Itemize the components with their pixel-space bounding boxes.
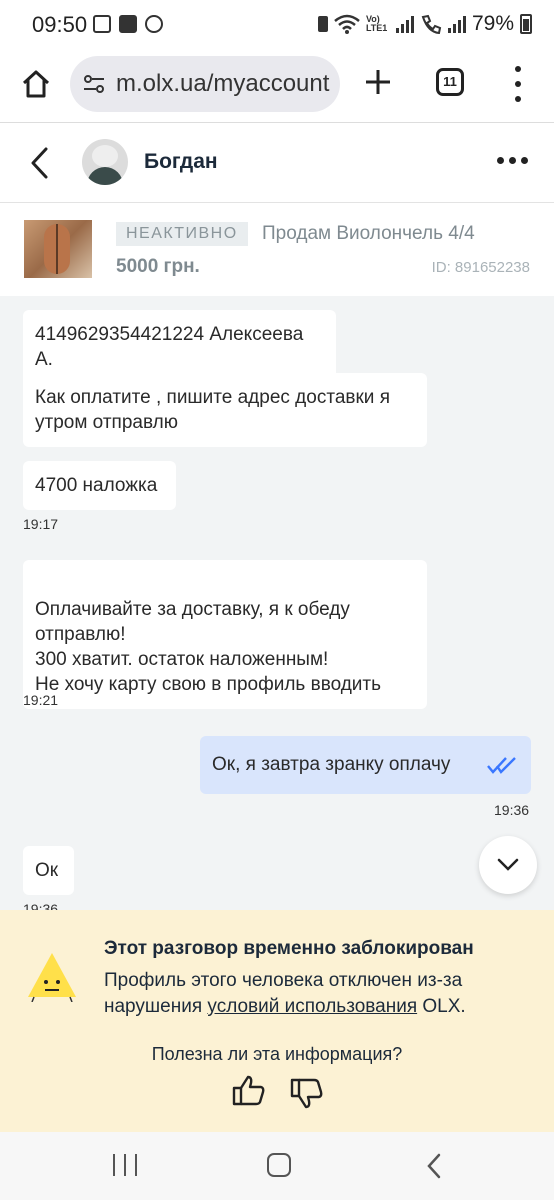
chevron-down-icon [497, 858, 519, 871]
more-horiz-icon[interactable] [497, 157, 528, 164]
plus-icon [366, 70, 390, 94]
message-time: 19:21 [23, 692, 59, 708]
ad-id: ID: 891652238 [431, 259, 530, 276]
home-icon [22, 70, 50, 98]
message-bubble[interactable]: Оплачивайте за доставку, я к обеду отпра… [23, 560, 427, 709]
emoji-notification-icon [145, 15, 163, 33]
chat-header: Богдан [0, 123, 554, 203]
my-message-bubble[interactable]: Ок, я завтра зранку оплачу [200, 736, 531, 794]
blocked-text-after: OLX. [417, 996, 466, 1017]
terms-link[interactable]: условий использования [207, 996, 417, 1017]
warning-face-icon [28, 953, 76, 1002]
status-bar: 09:50 Vo) LTE1 79% [0, 0, 554, 52]
home-button[interactable] [14, 62, 58, 106]
signal-icon-1 [395, 15, 414, 33]
message-text: Ок, я завтра зранку оплачу [212, 754, 451, 775]
sim-icon [317, 16, 328, 32]
lte-label: Vo) LTE1 [365, 14, 388, 33]
avatar[interactable] [82, 139, 128, 185]
tabs-button[interactable]: 11 [436, 68, 464, 96]
ad-info[interactable]: НЕАКТИВНО Продам Виолончель 4/4 5000 грн… [0, 204, 554, 296]
scroll-down-button[interactable] [479, 836, 537, 894]
ad-price: 5000 грн. [116, 256, 200, 277]
message-time: 19:17 [23, 516, 59, 532]
message-bubble[interactable]: 4700 наложка [23, 461, 176, 510]
message-bubble[interactable]: Как оплатите , пишите адрес доставки я у… [23, 373, 427, 447]
ad-thumbnail[interactable] [24, 220, 92, 278]
blocked-text: Профиль этого человека отключен из-за на… [104, 968, 534, 1020]
gallery-notification-icon [93, 15, 111, 33]
message-text: Ок [35, 860, 59, 881]
new-tab-button[interactable] [358, 62, 398, 102]
double-check-icon [487, 757, 516, 774]
recent-apps-icon[interactable] [113, 1154, 137, 1176]
checkbox-notification-icon [119, 15, 137, 33]
battery-percent: 79% [471, 12, 514, 35]
contact-name[interactable]: Богдан [144, 150, 218, 174]
call-icon [421, 14, 442, 34]
site-settings-icon[interactable] [82, 72, 106, 96]
helpful-question: Полезна ли эта информация? [151, 1044, 403, 1064]
blocked-title: Этот разговор временно заблокирован [104, 938, 474, 959]
url-text: m.olx.ua/myaccount [116, 70, 330, 97]
message-text: 4149629354421224 Алексеева А. [35, 324, 304, 370]
notification-icons [93, 15, 163, 33]
message-text: Оплачивайте за доставку, я к обеду отпра… [35, 599, 382, 695]
system-nav-bar [0, 1132, 554, 1200]
back-arrow-icon[interactable] [24, 143, 56, 183]
status-right: Vo) LTE1 79% [317, 12, 532, 36]
message-list[interactable]: 4149629354421224 Алексеева А. Как оплати… [0, 296, 554, 910]
signal-icon-2 [447, 15, 466, 33]
back-nav-icon[interactable] [422, 1152, 446, 1180]
status-time: 09:50 [32, 12, 88, 37]
blocked-notice: Этот разговор временно заблокирован Проф… [0, 910, 554, 1132]
home-nav-icon[interactable] [267, 1153, 291, 1177]
ad-title[interactable]: Продам Виолончель 4/4 [262, 223, 475, 245]
thumb-up-icon[interactable] [232, 1074, 266, 1106]
message-text: 4700 наложка [35, 475, 158, 496]
more-vert-icon[interactable] [508, 66, 528, 102]
ad-status-badge: НЕАКТИВНО [116, 222, 248, 246]
browser-toolbar: m.olx.ua/myaccount 11 [0, 52, 554, 122]
address-bar[interactable]: m.olx.ua/myaccount [70, 56, 340, 112]
message-time: 19:36 [23, 901, 59, 910]
message-bubble[interactable]: Ок [23, 846, 74, 895]
message-text: Как оплатите , пишите адрес доставки я у… [35, 387, 390, 433]
message-time: 19:36 [494, 802, 530, 818]
battery-icon [520, 14, 532, 34]
thumb-down-icon[interactable] [290, 1078, 324, 1110]
wifi-icon [334, 14, 360, 34]
